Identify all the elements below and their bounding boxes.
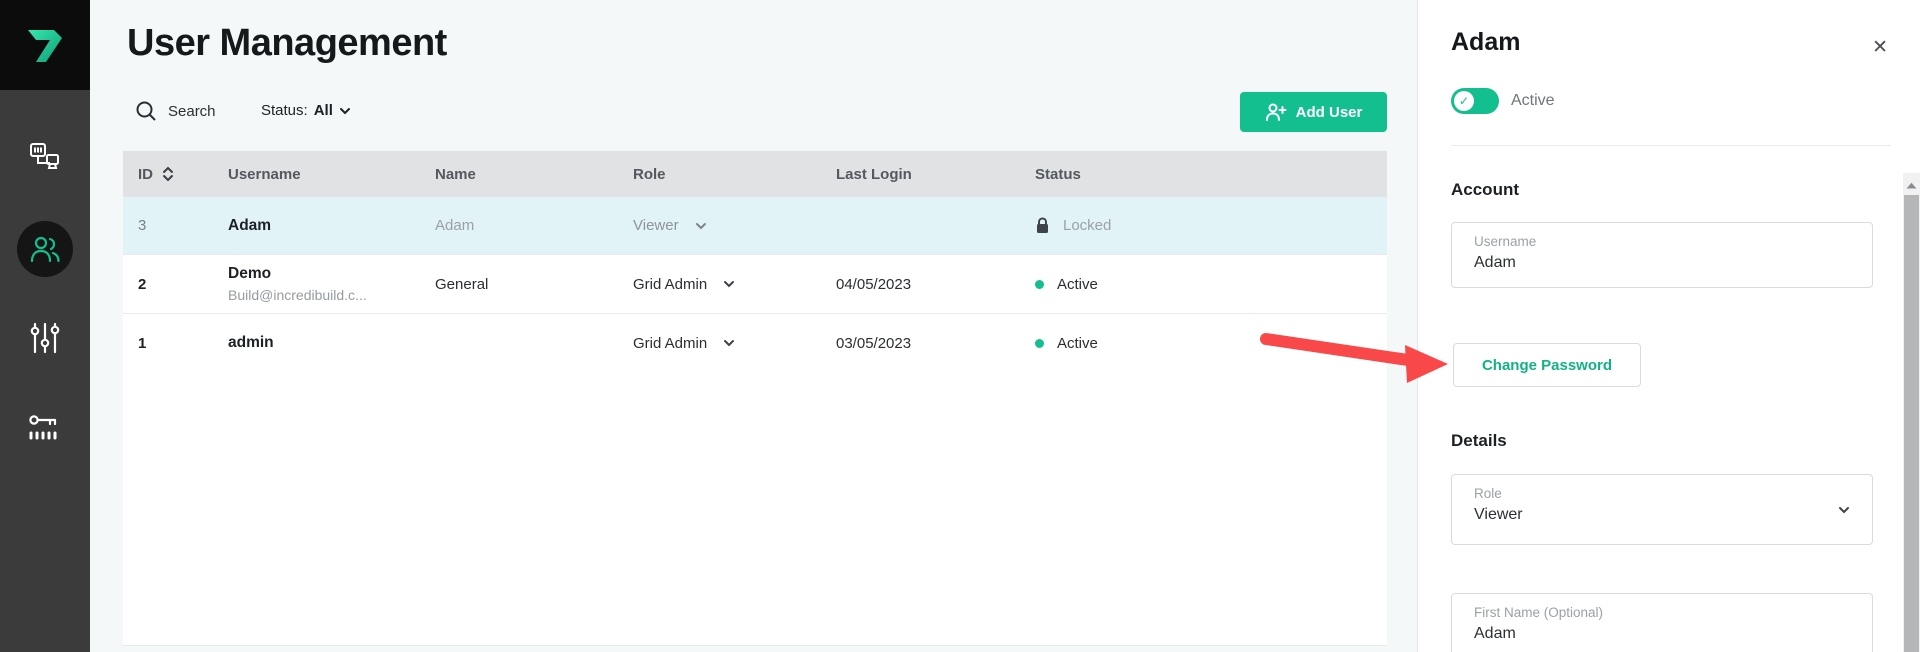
cell-name: General (435, 276, 633, 293)
chevron-down-icon (339, 105, 351, 117)
search-icon (135, 100, 157, 122)
chevron-down-icon (723, 337, 735, 349)
sidebar-item-users[interactable] (0, 221, 90, 277)
change-password-button[interactable]: Change Password (1453, 343, 1641, 387)
cell-id: 2 (123, 276, 228, 293)
search-input[interactable]: Search (135, 100, 216, 122)
details-section-heading: Details (1451, 431, 1507, 451)
cell-status: Locked (1035, 217, 1387, 234)
username-field-value: Adam (1474, 254, 1872, 272)
username-field[interactable]: Username Adam (1451, 222, 1873, 288)
sidebar (0, 0, 90, 652)
chevron-down-icon (1838, 504, 1850, 516)
column-header-status[interactable]: Status (1035, 166, 1387, 183)
role-select[interactable]: Role Viewer (1451, 474, 1873, 545)
toggle-knob-check-icon: ✓ (1454, 91, 1474, 111)
panel-title: Adam (1451, 28, 1520, 57)
license-key-icon (28, 411, 62, 441)
user-detail-panel: Adam ✕ ✓ Active Account Username Adam Ch… (1417, 0, 1920, 652)
column-header-role[interactable]: Role (633, 166, 836, 183)
sidebar-item-agents[interactable] (0, 129, 90, 185)
page-title: User Management (127, 22, 447, 65)
first-name-field-label: First Name (Optional) (1474, 605, 1872, 620)
column-header-id[interactable]: ID (123, 166, 228, 183)
add-user-button[interactable]: Add User (1240, 92, 1387, 132)
cell-id: 3 (123, 217, 228, 234)
chevron-down-icon (723, 278, 735, 290)
column-header-last-login[interactable]: Last Login (836, 166, 1035, 183)
cell-username: admin (228, 334, 435, 352)
agents-icon (28, 141, 62, 173)
users-table: ID Username Name Role Last Login Status … (123, 151, 1387, 646)
close-icon[interactable]: ✕ (1872, 38, 1888, 57)
status-filter-label: Status: (261, 102, 308, 119)
search-placeholder: Search (168, 103, 216, 120)
main-content: User Management Search Status: All (90, 0, 1417, 652)
username-field-label: Username (1474, 234, 1872, 249)
lock-icon (1035, 217, 1050, 234)
status-label: Active (1057, 276, 1098, 293)
active-toggle-row: ✓ Active (1451, 88, 1555, 114)
table-header-row: ID Username Name Role Last Login Status (123, 151, 1387, 197)
panel-scrollbar[interactable] (1903, 173, 1920, 652)
panel-divider (1451, 145, 1891, 146)
settings-sliders-icon (30, 322, 60, 354)
add-user-label: Add User (1296, 104, 1363, 121)
table-row-adam[interactable]: 3 Adam Adam Viewer Locked (123, 197, 1387, 254)
cell-last-login: 04/05/2023 (836, 276, 1035, 293)
cell-status: Active (1035, 276, 1387, 293)
column-header-username[interactable]: Username (228, 166, 435, 183)
status-label: Active (1057, 335, 1098, 352)
cell-username: Adam (228, 217, 435, 235)
scrollbar-thumb[interactable] (1904, 195, 1919, 652)
add-user-icon (1265, 103, 1287, 121)
incredibuild-logo-icon (24, 24, 66, 66)
sidebar-item-settings[interactable] (0, 310, 90, 366)
first-name-field[interactable]: First Name (Optional) Adam (1451, 593, 1873, 652)
role-select-value: Viewer (1474, 506, 1872, 524)
cell-email: Build@incredibuild.c... (228, 287, 435, 303)
chevron-down-icon (695, 220, 707, 232)
active-toggle[interactable]: ✓ (1451, 88, 1499, 114)
cell-id: 1 (123, 335, 228, 352)
user-management-screen: User Management Search Status: All (0, 0, 1920, 652)
role-dropdown[interactable]: Grid Admin (633, 335, 836, 352)
table-row-admin[interactable]: 1 admin Grid Admin 03/05/2023 Active (123, 313, 1387, 372)
active-nav-highlight (17, 221, 73, 277)
cell-username: Demo Build@incredibuild.c... (228, 265, 435, 303)
toolbar: Search Status: All Add User (90, 92, 1417, 134)
sidebar-item-license[interactable] (0, 398, 90, 454)
scrollbar-up-arrow-icon[interactable] (1903, 177, 1920, 193)
cell-last-login: 03/05/2023 (836, 335, 1035, 352)
incredibuild-logo[interactable] (0, 0, 90, 90)
status-filter-dropdown[interactable]: Status: All (261, 102, 351, 119)
users-icon (29, 234, 61, 264)
first-name-field-value: Adam (1474, 625, 1872, 643)
active-status-dot (1035, 339, 1044, 348)
column-header-name[interactable]: Name (435, 166, 633, 183)
table-row-demo[interactable]: 2 Demo Build@incredibuild.c... General G… (123, 254, 1387, 313)
role-dropdown[interactable]: Grid Admin (633, 276, 836, 293)
role-dropdown[interactable]: Viewer (633, 217, 836, 234)
account-section-heading: Account (1451, 180, 1519, 200)
cell-name: Adam (435, 217, 633, 234)
cell-status: Active (1035, 335, 1387, 352)
active-toggle-label: Active (1511, 92, 1555, 110)
status-filter-value: All (314, 102, 333, 119)
status-label: Locked (1063, 217, 1111, 234)
sort-icon[interactable] (162, 166, 174, 182)
active-status-dot (1035, 280, 1044, 289)
role-select-label: Role (1474, 486, 1872, 501)
